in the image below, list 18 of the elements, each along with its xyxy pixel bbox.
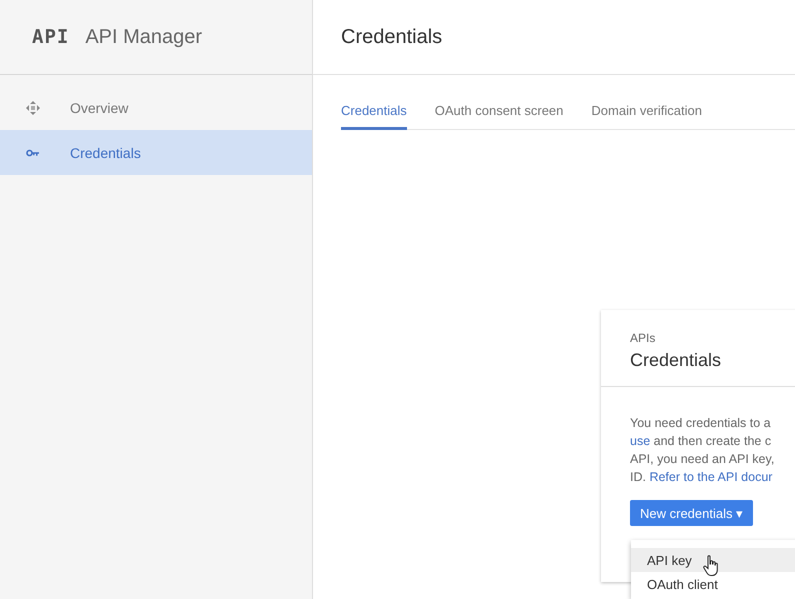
sidebar-item[interactable]: Overview: [0, 85, 312, 130]
card-overline: APIs: [630, 331, 656, 345]
new-credentials-button[interactable]: New credentials ▾: [630, 500, 754, 526]
link[interactable]: Refer to the API docur: [649, 470, 772, 484]
tab[interactable]: Credentials: [341, 103, 407, 130]
card-title: Credentials: [630, 350, 722, 371]
link[interactable]: use: [630, 434, 650, 448]
app-title: API Manager: [85, 26, 202, 48]
menu-item[interactable]: API key: [631, 548, 795, 572]
arrows-icon: [26, 100, 40, 114]
sidebar-item[interactable]: Credentials: [0, 130, 312, 175]
tab[interactable]: OAuth consent screen: [434, 103, 564, 130]
tab[interactable]: Domain verification: [591, 103, 702, 130]
hand-cursor-icon: [703, 555, 719, 577]
key-icon: [26, 148, 40, 156]
page-title: Credentials: [341, 26, 442, 48]
api-logo: API: [32, 26, 70, 48]
card-description: You need credentials to a use and then create the c API, you need an API key, ID. Refer to the API docur: [629, 415, 776, 486]
